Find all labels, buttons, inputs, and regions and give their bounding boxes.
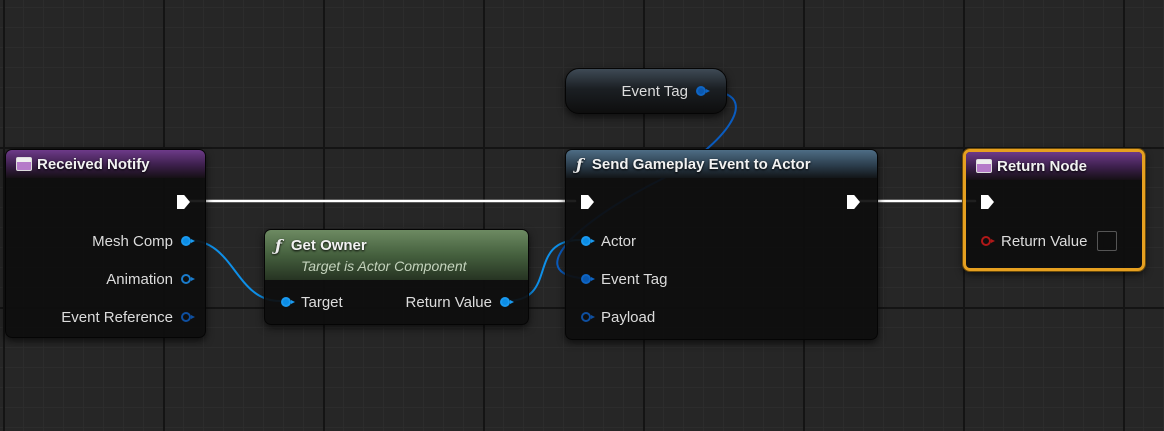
node-return[interactable]: Return Node Return Value	[963, 149, 1145, 271]
pin-row-event-reference[interactable]: Event Reference	[6, 307, 195, 327]
pin-label: Mesh Comp	[92, 232, 173, 250]
node-title: Send Gameplay Event to Actor	[591, 155, 811, 173]
pin-row-animation[interactable]: Animation	[6, 269, 195, 289]
struct-pin-icon[interactable]	[181, 312, 195, 322]
node-title: Return Node	[997, 157, 1087, 175]
exec-output-pin[interactable]	[847, 195, 860, 209]
return-value-checkbox[interactable]	[1097, 231, 1118, 251]
pin-label: Animation	[106, 270, 173, 288]
pin-label: Return Value	[405, 293, 492, 311]
node-title: Get Owner	[290, 237, 367, 254]
node-send-gameplay-event[interactable]: ƒ Send Gameplay Event to Actor Actor Eve…	[565, 149, 878, 340]
pin-label: Event Tag	[621, 82, 688, 100]
pin-row-actor[interactable]: Actor	[581, 231, 636, 251]
pin-row-return-value[interactable]: Return Value	[405, 292, 514, 312]
pin-row-event-tag[interactable]: Event Tag	[581, 269, 667, 289]
pin-label: Return Value	[1001, 232, 1088, 250]
pin-label: Target	[301, 293, 343, 311]
object-pin-icon[interactable]	[281, 297, 295, 307]
function-entry-icon	[976, 159, 992, 173]
node-event-tag[interactable]: Event Tag	[565, 68, 727, 114]
pin-row-event-tag[interactable]: Event Tag	[621, 81, 710, 101]
function-icon: ƒ	[275, 236, 282, 255]
pin-row-mesh-comp[interactable]: Mesh Comp	[6, 231, 195, 251]
pin-row-target[interactable]: Target	[281, 292, 343, 312]
object-pin-icon[interactable]	[181, 236, 195, 246]
object-pin-icon[interactable]	[181, 274, 195, 284]
bool-pin-icon[interactable]	[981, 236, 995, 246]
pin-row-return-value[interactable]: Return Value	[981, 231, 1118, 251]
exec-input-pin[interactable]	[581, 195, 594, 209]
function-icon: ƒ	[576, 154, 583, 174]
node-subtitle: Target is Actor Component	[301, 258, 467, 274]
exec-input-pin[interactable]	[981, 195, 994, 209]
pin-row-payload[interactable]: Payload	[581, 307, 655, 327]
node-header[interactable]: Received Notify	[6, 150, 205, 178]
struct-pin-icon[interactable]	[581, 312, 595, 322]
pin-label: Actor	[601, 232, 637, 250]
event-icon	[16, 157, 32, 171]
node-header[interactable]: Return Node	[966, 152, 1142, 180]
pin-label: Event Tag	[601, 270, 668, 288]
node-header[interactable]: ƒ Send Gameplay Event to Actor	[566, 150, 877, 178]
struct-pin-icon[interactable]	[581, 274, 595, 284]
node-get-owner[interactable]: ƒ Get Owner Target is Actor Component Ta…	[264, 229, 529, 325]
exec-output-pin[interactable]	[177, 195, 190, 209]
node-title: Received Notify	[37, 155, 150, 173]
pin-label: Event Reference	[61, 308, 173, 326]
pin-label: Payload	[601, 308, 656, 326]
node-received-notify[interactable]: Received Notify Mesh Comp Animation Even…	[5, 149, 206, 338]
object-pin-icon[interactable]	[500, 297, 514, 307]
struct-pin-icon[interactable]	[696, 86, 710, 96]
object-pin-icon[interactable]	[581, 236, 595, 246]
